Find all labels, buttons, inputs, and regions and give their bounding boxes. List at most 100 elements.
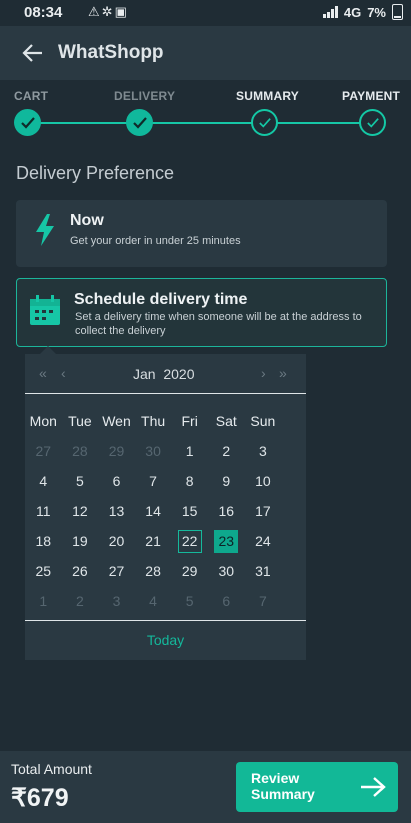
step-cart[interactable] [14,109,41,136]
calendar-pointer [40,346,56,354]
calendar-day[interactable]: 2 [62,586,99,616]
calendar-month-year[interactable]: Jan 2020 [133,366,195,382]
weekday-label: Wen [102,413,131,429]
step-payment[interactable] [359,109,386,136]
calendar-grid: Mon Tue Wen Thu Fri Sat Sun 27 28 29 30 … [25,406,306,616]
arrow-right-icon [360,776,386,798]
prev-month-icon[interactable]: ‹ [61,365,66,381]
review-summary-button[interactable]: Review Summary [236,762,398,812]
lightning-icon [34,213,56,252]
weekday-row: Mon Tue Wen Thu Fri Sat Sun [25,406,306,436]
bluetooth-off-icon: ✲ [101,4,115,19]
calendar-day[interactable]: 5 [62,466,99,496]
calendar-day[interactable]: 18 [25,526,62,556]
calendar-day[interactable]: 17 [245,496,282,526]
calendar-day[interactable]: 29 [98,436,135,466]
calendar-day[interactable]: 6 [98,466,135,496]
calendar-day[interactable]: 4 [135,586,172,616]
calendar-day[interactable]: 16 [208,496,245,526]
calendar-day[interactable]: 12 [62,496,99,526]
next-month-icon[interactable]: › [261,365,266,381]
calendar-day[interactable]: 1 [25,586,62,616]
calendar-day[interactable]: 28 [135,556,172,586]
calendar-day[interactable]: 9 [208,466,245,496]
calendar-day-today-label[interactable]: 22 [177,530,202,553]
section-title: Delivery Preference [16,163,175,183]
calendar-day[interactable]: 3 [245,436,282,466]
calendar-day[interactable]: 6 [208,586,245,616]
total-amount-value: ₹679 [11,784,69,812]
calendar-day[interactable]: 11 [25,496,62,526]
delivery-option-schedule[interactable]: Schedule delivery time Set a delivery ti… [16,278,387,347]
step-delivery[interactable] [126,109,153,136]
calendar-day[interactable]: 21 [135,526,172,556]
calendar-day[interactable]: 7 [245,586,282,616]
status-bar: 08:34 ⚠✲▣ 4G 7% [0,0,411,26]
calendar-week-row: 11 12 13 14 15 16 17 [25,496,306,526]
option-schedule-desc: Set a delivery time when someone will be… [75,311,362,337]
weekday-label: Sat [215,413,237,429]
calendar-day[interactable]: 14 [135,496,172,526]
next-year-icon[interactable]: » [279,365,287,381]
review-summary-label: Review Summary [251,770,315,802]
back-arrow-icon[interactable] [22,42,44,64]
calendar-day[interactable]: 2 [208,436,245,466]
calendar-day[interactable]: 20 [98,526,135,556]
prev-year-icon[interactable]: « [39,365,47,381]
calendar-day[interactable]: 3 [98,586,135,616]
calendar-day[interactable]: 5 [171,586,208,616]
calendar-day[interactable]: 19 [62,526,99,556]
app-title: WhatShopp [58,42,164,63]
bottom-bar: Total Amount ₹679 Review Summary [0,751,411,823]
step-summary[interactable] [251,109,278,136]
calendar-divider-top [25,393,306,394]
calendar-day[interactable]: 1 [171,436,208,466]
total-amount-label: Total Amount [11,761,92,777]
calendar-month[interactable]: Jan [133,366,156,382]
android-icon: ▣ [114,4,129,19]
calendar-day[interactable]: 27 [25,436,62,466]
calendar-day[interactable]: 10 [245,466,282,496]
check-icon [366,117,379,128]
delivery-option-now[interactable]: Now Get your order in under 25 minutes [16,200,387,267]
date-picker: « ‹ Jan 2020 › » Mon Tue Wen Thu Fri Sat… [25,354,306,660]
calendar-week-row: 18 19 20 21 22 23 24 [25,526,306,556]
calendar-day[interactable]: 27 [98,556,135,586]
calendar-header: « ‹ Jan 2020 › » [25,354,306,394]
calendar-day[interactable]: 26 [62,556,99,586]
weekday-label: Sun [250,413,276,429]
calendar-day[interactable]: 31 [245,556,282,586]
signal-icon [322,6,338,18]
weekday-label: Mon [29,413,57,429]
calendar-day[interactable]: 24 [245,526,282,556]
today-button[interactable]: Today [25,632,306,648]
step-label-summary: SUMMARY [236,89,299,103]
weekday-label: Tue [68,413,92,429]
app-bar: WhatShopp [0,26,411,80]
status-right: 4G 7% [322,4,403,20]
step-label-payment: PAYMENT [342,89,401,103]
weekday-label: Thu [141,413,166,429]
warning-icon: ⚠ [88,4,102,19]
battery-icon [392,4,403,20]
calendar-day[interactable]: 25 [25,556,62,586]
calendar-day[interactable]: 28 [62,436,99,466]
calendar-year[interactable]: 2020 [163,366,194,382]
calendar-day-selected-label[interactable]: 23 [214,530,239,553]
calendar-day[interactable]: 15 [171,496,208,526]
calendar-day-selected[interactable]: 23 [208,526,245,556]
step-label-delivery: DELIVERY [114,89,176,103]
calendar-day[interactable]: 13 [98,496,135,526]
calendar-week-row: 4 5 6 7 8 9 10 [25,466,306,496]
option-now-title: Now [70,212,104,229]
calendar-week-row: 1 2 3 4 5 6 7 [25,586,306,616]
step-label-cart: CART [14,89,49,103]
calendar-day[interactable]: 7 [135,466,172,496]
network-type: 4G [343,4,362,20]
calendar-day[interactable]: 30 [208,556,245,586]
calendar-day[interactable]: 4 [25,466,62,496]
calendar-day[interactable]: 29 [171,556,208,586]
calendar-day[interactable]: 8 [171,466,208,496]
calendar-day-today[interactable]: 22 [171,526,208,556]
calendar-day[interactable]: 30 [135,436,172,466]
